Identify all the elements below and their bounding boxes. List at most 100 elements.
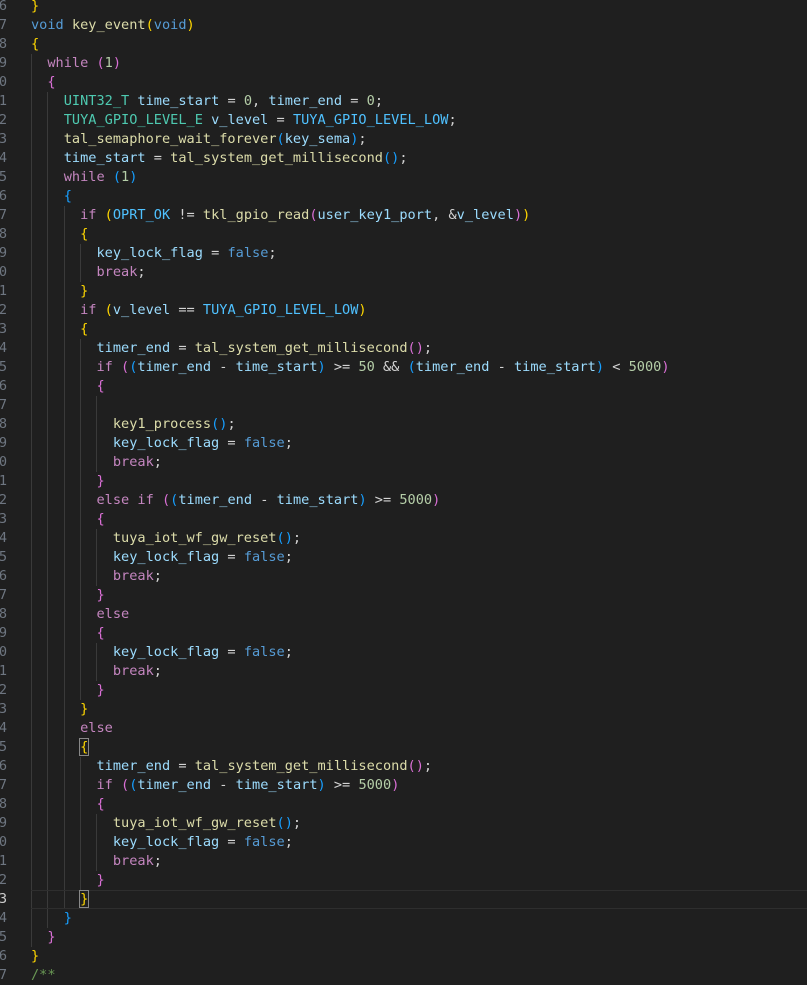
code-line[interactable]: 0 { bbox=[0, 73, 807, 92]
code-token: , bbox=[252, 93, 269, 109]
code-line[interactable]: 0 break; bbox=[0, 453, 807, 472]
code-line[interactable]: 0 break; bbox=[0, 263, 807, 282]
code-token: ; bbox=[268, 245, 277, 261]
line-number: 0 bbox=[0, 74, 7, 90]
code-line[interactable]: 6 { bbox=[0, 377, 807, 396]
code-token: = bbox=[219, 93, 244, 109]
code-line[interactable]: 2 TUYA_GPIO_LEVEL_E v_level = TUYA_GPIO_… bbox=[0, 111, 807, 130]
code-token: ; bbox=[284, 834, 293, 850]
code-line[interactable]: 3 { bbox=[0, 510, 807, 529]
code-text: break; bbox=[31, 453, 162, 472]
code-line[interactable]: 9 key_lock_flag = false; bbox=[0, 434, 807, 453]
code-token: ; bbox=[284, 644, 293, 660]
code-token: false bbox=[227, 245, 269, 261]
code-token: tkl_gpio_read bbox=[202, 207, 310, 223]
line-number: 7 bbox=[0, 397, 7, 413]
code-token: false bbox=[243, 834, 285, 850]
code-token: } bbox=[96, 587, 105, 603]
code-token: v_level bbox=[211, 112, 269, 128]
code-line[interactable]: 4 tuya_iot_wf_gw_reset(); bbox=[0, 529, 807, 548]
code-line[interactable]: 9 tuya_iot_wf_gw_reset(); bbox=[0, 814, 807, 833]
line-number: 0 bbox=[0, 644, 7, 660]
code-line[interactable]: 4 else bbox=[0, 719, 807, 738]
code-token: break bbox=[112, 663, 154, 679]
code-line[interactable]: 1 } bbox=[0, 472, 807, 491]
code-line[interactable]: 1 break; bbox=[0, 662, 807, 681]
code-line[interactable]: 2 } bbox=[0, 871, 807, 890]
code-line[interactable]: 7 if ((timer_end - time_start) >= 5000) bbox=[0, 776, 807, 795]
line-number: 2 bbox=[0, 112, 7, 128]
line-number: 8 bbox=[0, 226, 7, 242]
code-line[interactable]: 3 } bbox=[0, 890, 807, 909]
code-line[interactable]: 7 } bbox=[0, 586, 807, 605]
code-line[interactable]: 2 if (v_level == TUYA_GPIO_LEVEL_LOW) bbox=[0, 301, 807, 320]
line-number: 5 bbox=[0, 739, 7, 755]
code-line[interactable]: 6} bbox=[0, 947, 807, 966]
code-line[interactable]: 5 } bbox=[0, 928, 807, 947]
line-number: 2 bbox=[0, 302, 7, 318]
code-line[interactable]: 7 bbox=[0, 396, 807, 415]
code-line[interactable]: 3 } bbox=[0, 700, 807, 719]
code-line[interactable]: 0 key_lock_flag = false; bbox=[0, 833, 807, 852]
code-line[interactable]: 9 { bbox=[0, 624, 807, 643]
code-line[interactable]: 4 timer_end = tal_system_get_millisecond… bbox=[0, 339, 807, 358]
line-number: 9 bbox=[0, 55, 7, 71]
code-token: ; bbox=[292, 530, 302, 546]
code-line[interactable]: 9 while (1) bbox=[0, 54, 807, 73]
code-line[interactable]: 5 { bbox=[0, 738, 807, 757]
code-token: 50 bbox=[358, 359, 375, 375]
code-line[interactable]: 3 { bbox=[0, 320, 807, 339]
code-token: timer_end bbox=[415, 359, 490, 375]
line-number: 0 bbox=[0, 834, 7, 850]
code-line[interactable]: 5 if ((timer_end - time_start) >= 50 && … bbox=[0, 358, 807, 377]
code-line[interactable]: 4 time_start = tal_system_get_millisecon… bbox=[0, 149, 807, 168]
code-token: { bbox=[47, 74, 56, 90]
code-token: ; bbox=[153, 568, 162, 584]
code-line[interactable]: 9 key_lock_flag = false; bbox=[0, 244, 807, 263]
line-number: 1 bbox=[0, 473, 7, 489]
code-line[interactable]: 6} bbox=[0, 0, 807, 16]
line-number: 7 bbox=[0, 587, 7, 603]
code-token: { bbox=[96, 378, 105, 394]
code-token: timer_end bbox=[178, 492, 253, 508]
code-line[interactable]: 8{ bbox=[0, 35, 807, 54]
code-text: } bbox=[31, 0, 39, 16]
code-token: ; bbox=[292, 815, 302, 831]
code-line[interactable]: 2 } bbox=[0, 681, 807, 700]
code-token: = bbox=[342, 93, 367, 109]
code-line[interactable]: 7 /** bbox=[0, 966, 807, 985]
code-line[interactable]: 2 else if ((timer_end - time_start) >= 5… bbox=[0, 491, 807, 510]
code-line[interactable]: 3 tal_semaphore_wait_forever(key_sema); bbox=[0, 130, 807, 149]
code-token: timer_end bbox=[137, 777, 212, 793]
code-line[interactable]: 5 key_lock_flag = false; bbox=[0, 548, 807, 567]
code-line[interactable]: 1 UINT32_T time_start = 0, timer_end = 0… bbox=[0, 92, 807, 111]
code-line[interactable]: 8 { bbox=[0, 225, 807, 244]
code-editor[interactable]: 6} 7 void key_event(void) 8{9 while (1) 0 {1… bbox=[0, 0, 807, 983]
code-line[interactable]: 7 if (OPRT_OK != tkl_gpio_read(user_key1… bbox=[0, 206, 807, 225]
code-line[interactable]: 7 void key_event(void) bbox=[0, 16, 807, 35]
code-token: key_sema bbox=[284, 131, 351, 147]
code-token: { bbox=[63, 188, 72, 204]
code-token: tal_system_get_millisecond bbox=[194, 340, 408, 356]
code-line[interactable]: 1 break; bbox=[0, 852, 807, 871]
code-token: if bbox=[96, 777, 113, 793]
code-line[interactable]: 4 } bbox=[0, 909, 807, 928]
code-line[interactable]: 8 key1_process(); bbox=[0, 415, 807, 434]
code-token: TUYA_GPIO_LEVEL_E bbox=[63, 112, 203, 128]
code-line[interactable]: 5 while (1) bbox=[0, 168, 807, 187]
code-token: time_start bbox=[276, 492, 359, 508]
code-token: 0 bbox=[366, 93, 375, 109]
code-line[interactable]: 8 { bbox=[0, 795, 807, 814]
code-line[interactable]: 6 { bbox=[0, 187, 807, 206]
code-line[interactable]: 0 key_lock_flag = false; bbox=[0, 643, 807, 662]
code-line[interactable]: 1 } bbox=[0, 282, 807, 301]
code-line[interactable]: 6 timer_end = tal_system_get_millisecond… bbox=[0, 757, 807, 776]
code-line[interactable]: 8 else bbox=[0, 605, 807, 624]
code-line[interactable]: 6 break; bbox=[0, 567, 807, 586]
